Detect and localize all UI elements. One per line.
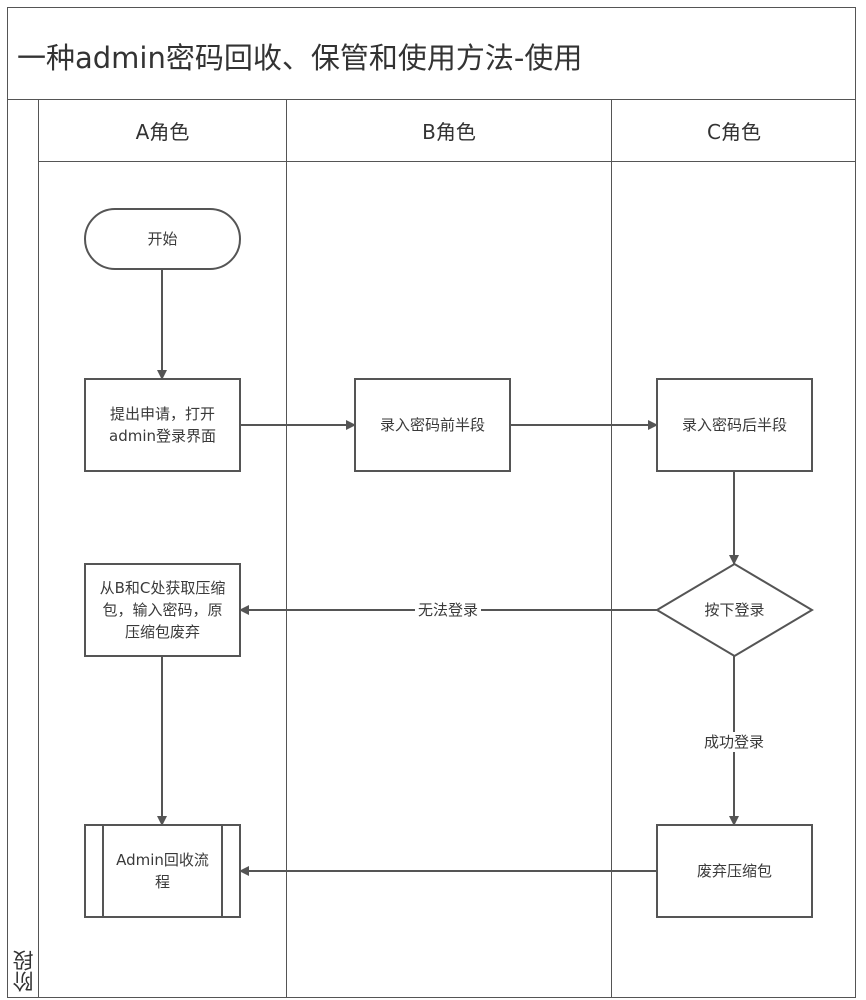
- node-fetch-archive: 从B和C处获取压缩包，输入密码，原压缩包废弃: [84, 563, 241, 657]
- node-apply: 提出申请，打开 admin登录界面: [84, 378, 241, 472]
- node-label: 程: [155, 873, 170, 891]
- edge-label: 成功登录: [704, 733, 764, 751]
- process-shape: [84, 378, 241, 472]
- node-label: 开始: [147, 230, 177, 248]
- node-label: 废弃压缩包: [697, 862, 772, 880]
- node-label: 录入密码后半段: [682, 416, 787, 434]
- node-enter-second: 录入密码后半段: [656, 378, 813, 472]
- node-press-login: 按下登录: [655, 562, 814, 658]
- node-label: 从B和C处获取压缩: [100, 579, 226, 597]
- node-discard-archive: 废弃压缩包: [656, 824, 813, 918]
- node-start: 开始: [84, 208, 241, 270]
- flowchart: 无法登录成功登录 开始提出申请，打开 admin登录界面 录入密码前半段 录入密码后半…: [84, 208, 814, 918]
- node-label: 按下登录: [704, 601, 764, 619]
- node-enter-first: 录入密码前半段: [354, 378, 511, 472]
- node-label: admin登录界面: [109, 427, 216, 445]
- node-recovery-flow: Admin回收流程: [84, 824, 241, 918]
- node-label: 提出申请，打开: [110, 405, 215, 423]
- edge-label: 无法登录: [418, 601, 478, 619]
- node-label: 录入密码前半段: [380, 416, 485, 434]
- subprocess-shape: [84, 824, 241, 918]
- node-label: 包，输入密码，原: [102, 601, 222, 619]
- node-label: 压缩包废弃: [125, 623, 200, 641]
- node-label: Admin回收流: [116, 851, 209, 869]
